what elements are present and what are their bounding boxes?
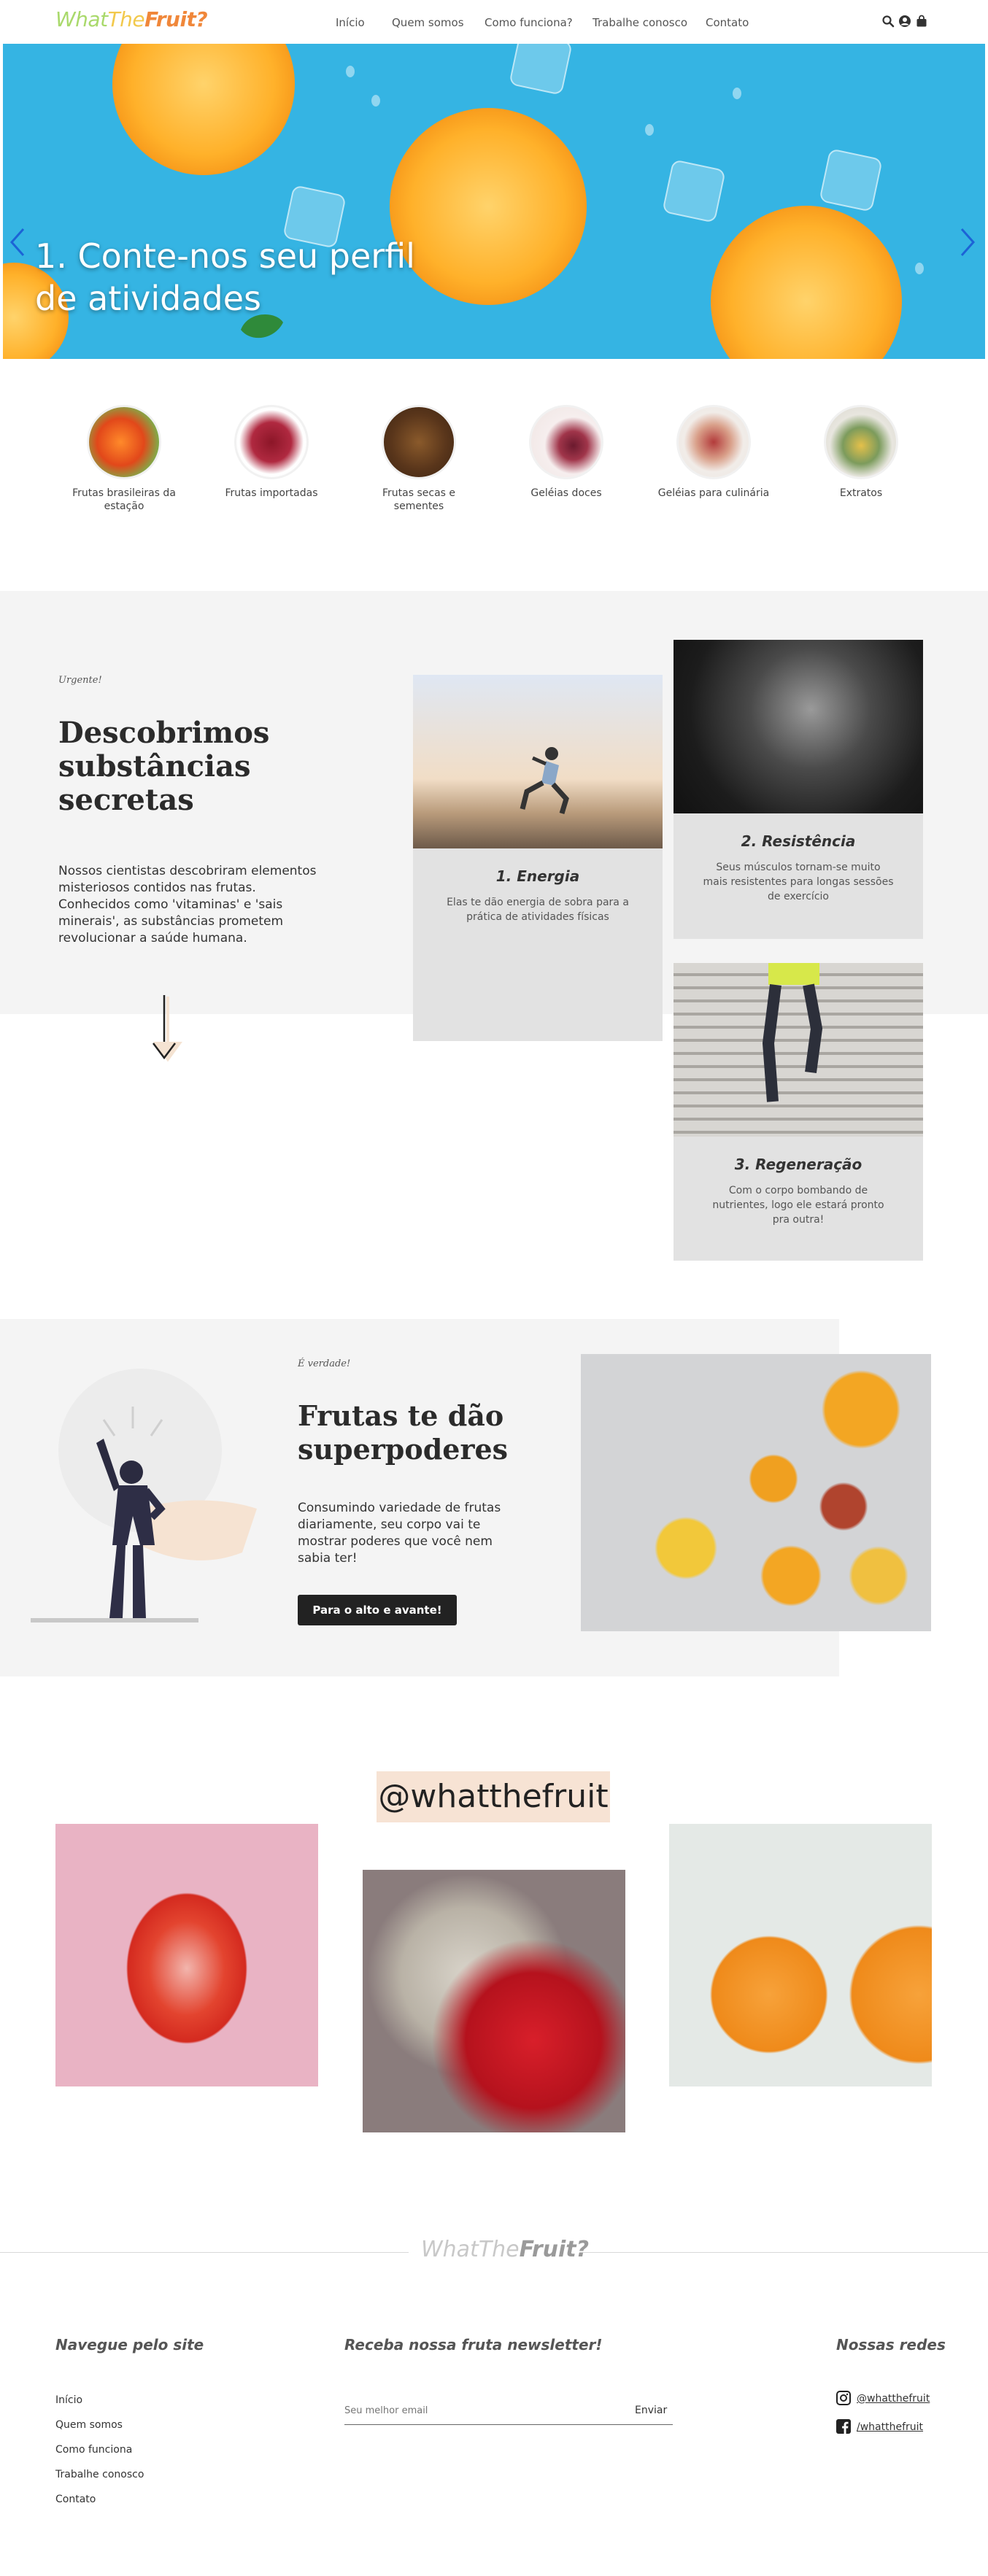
newsletter-submit-button[interactable]: Enviar bbox=[635, 2405, 667, 2416]
water-drop bbox=[371, 95, 380, 107]
logo-fruit: Fruit? bbox=[144, 7, 208, 31]
category-image bbox=[87, 405, 161, 479]
category-frutas-importadas[interactable]: Frutas importadas bbox=[213, 405, 330, 500]
footer-logo-the: The bbox=[478, 2237, 520, 2262]
powers-cta-button[interactable]: Para o alto e avante! bbox=[298, 1595, 457, 1625]
logo-what: What bbox=[55, 7, 108, 31]
social-title: Nossas redes bbox=[836, 2336, 946, 2353]
jumping-man-figure bbox=[520, 747, 569, 815]
nav-quem-somos[interactable]: Quem somos bbox=[392, 16, 464, 29]
shopping-bag-icon[interactable] bbox=[915, 15, 928, 28]
runner-figure bbox=[762, 963, 823, 1102]
card-text: Com o corpo bombando de nutrientes, logo… bbox=[712, 1185, 884, 1226]
hero-ice-cube bbox=[509, 44, 573, 96]
benefit-card-resistencia: 2. Resistência Seus músculos tornam-se m… bbox=[674, 640, 923, 939]
category-label: Extratos bbox=[839, 487, 883, 499]
carousel-prev-arrow-icon[interactable] bbox=[9, 226, 26, 258]
category-label: Geléias doces bbox=[530, 487, 602, 499]
arrow-down-icon bbox=[153, 995, 182, 1062]
category-geleias-doces[interactable]: Geléias doces bbox=[508, 405, 625, 500]
discover-text: Nossos cientistas descobriram elementos … bbox=[58, 864, 317, 945]
footer-logo[interactable]: WhatTheFruit? bbox=[421, 2237, 589, 2262]
hero-title-line2: de atividades bbox=[35, 279, 261, 318]
hero-carousel: 1. Conte-nos seu perfil de atividades bbox=[3, 44, 985, 359]
category-label: Frutas brasileiras da estação bbox=[72, 487, 176, 512]
card-title: 1. Energia bbox=[495, 867, 580, 885]
hero-title-line1: 1. Conte-nos seu perfil bbox=[35, 236, 415, 276]
footer-link-como-funciona[interactable]: Como funciona bbox=[55, 2444, 132, 2456]
footer-logo-fruit: Fruit? bbox=[519, 2237, 590, 2262]
category-frutas-secas[interactable]: Frutas secas e sementes bbox=[360, 405, 477, 513]
category-label: Frutas secas e sementes bbox=[382, 487, 456, 512]
water-drop bbox=[645, 124, 654, 136]
category-frutas-brasileiras[interactable]: Frutas brasileiras da estação bbox=[66, 405, 182, 513]
category-label: Geléias para culinária bbox=[657, 487, 770, 499]
nav-como-funciona[interactable]: Como funciona? bbox=[485, 16, 573, 29]
hero-ice-cube bbox=[819, 148, 883, 212]
search-icon[interactable] bbox=[881, 15, 895, 28]
card-text: Elas te dão energia de sobra para a prát… bbox=[447, 897, 629, 923]
card-title: 3. Regeneração bbox=[734, 1156, 862, 1173]
category-geleias-culinaria[interactable]: Geléias para culinária bbox=[655, 405, 772, 500]
benefit-card-energia: 1. Energia Elas te dão energia de sobra … bbox=[413, 675, 663, 1041]
fruit-mix-photo bbox=[581, 1354, 931, 1631]
hero-orange-slice-3 bbox=[711, 206, 902, 359]
footer-divider-left bbox=[0, 2252, 409, 2253]
powers-title: Frutas te dão superpoderes bbox=[298, 1399, 509, 1466]
social-instagram-link[interactable]: @whatthefruit bbox=[857, 2393, 930, 2405]
footer-link-trabalhe-conosco[interactable]: Trabalhe conosco bbox=[55, 2469, 144, 2480]
account-icon[interactable] bbox=[898, 15, 911, 28]
site-logo[interactable]: WhatTheFruit? bbox=[55, 7, 208, 31]
nav-contato[interactable]: Contato bbox=[706, 16, 749, 29]
footer-link-quem-somos[interactable]: Quem somos bbox=[55, 2419, 123, 2431]
social-facebook-link[interactable]: /whatthefruit bbox=[857, 2421, 923, 2433]
powers-text: Consumindo variedade de frutas diariamen… bbox=[298, 1501, 501, 1566]
category-label: Frutas importadas bbox=[225, 487, 318, 499]
card-image-athlete bbox=[674, 640, 923, 813]
superhero-illustration bbox=[31, 1369, 257, 1622]
hero-title: 1. Conte-nos seu perfil de atividades bbox=[35, 235, 458, 320]
category-extratos[interactable]: Extratos bbox=[803, 405, 919, 500]
discover-title: Descobrimos substâncias secretas bbox=[58, 716, 270, 817]
card-title: 2. Resistência bbox=[741, 832, 856, 850]
discover-eyebrow: Urgente! bbox=[58, 675, 102, 686]
card-image-stairs-runner bbox=[674, 963, 923, 1137]
nav-inicio[interactable]: Início bbox=[336, 16, 365, 29]
water-drop bbox=[346, 66, 355, 77]
logo-the: The bbox=[107, 7, 145, 31]
carousel-next-arrow-icon[interactable] bbox=[959, 226, 976, 258]
instagram-photo-cherries[interactable] bbox=[363, 1870, 625, 2132]
footer-divider-right bbox=[579, 2252, 988, 2253]
water-drop bbox=[733, 88, 741, 99]
nav-trabalhe-conosco[interactable]: Trabalhe conosco bbox=[593, 16, 687, 29]
site-header: WhatTheFruit? Início Quem somos Como fun… bbox=[0, 0, 988, 44]
instagram-photo-strawberry[interactable] bbox=[55, 1824, 318, 2086]
category-image bbox=[382, 405, 456, 479]
newsletter-underline bbox=[344, 2424, 673, 2425]
category-image bbox=[529, 405, 603, 479]
footer-link-inicio[interactable]: Início bbox=[55, 2394, 82, 2406]
instagram-photo-tangerines[interactable] bbox=[669, 1824, 932, 2086]
water-drop bbox=[915, 263, 924, 274]
category-image bbox=[234, 405, 309, 479]
hero-orange-slice-1 bbox=[112, 44, 295, 175]
newsletter-email-input[interactable] bbox=[344, 2400, 622, 2421]
card-text: Seus músculos tornam-se muito mais resis… bbox=[703, 862, 894, 902]
card-image-jumping-man bbox=[413, 675, 663, 848]
hero-ice-cube bbox=[662, 159, 726, 223]
benefit-card-regeneracao: 3. Regeneração Com o corpo bombando de n… bbox=[674, 963, 923, 1261]
facebook-icon[interactable] bbox=[836, 2419, 851, 2434]
footer-link-contato[interactable]: Contato bbox=[55, 2494, 96, 2505]
instagram-handle[interactable]: @whatthefruit bbox=[377, 1771, 610, 1822]
footer-logo-what: What bbox=[421, 2237, 479, 2262]
instagram-icon[interactable] bbox=[836, 2391, 851, 2405]
newsletter-title: Receba nossa fruta newsletter! bbox=[344, 2336, 603, 2353]
footer-nav-title: Navegue pelo site bbox=[55, 2336, 204, 2353]
category-image bbox=[824, 405, 898, 479]
category-image bbox=[676, 405, 751, 479]
powers-eyebrow: É verdade! bbox=[298, 1358, 351, 1369]
